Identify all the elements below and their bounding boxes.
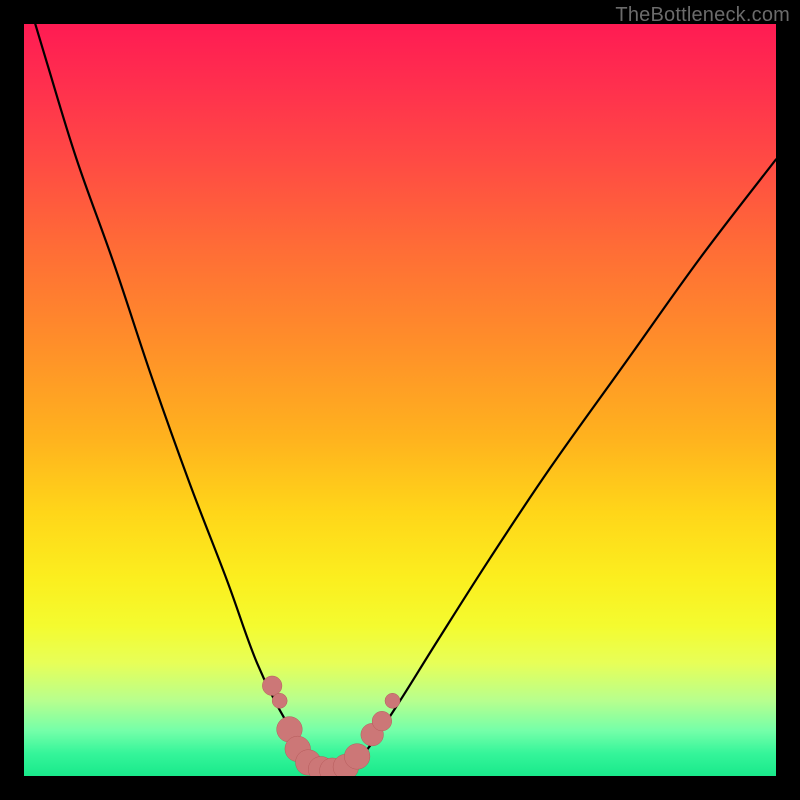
watermark-text: TheBottleneck.com — [615, 4, 790, 27]
chart-frame — [24, 24, 776, 776]
gradient-background — [24, 24, 776, 776]
